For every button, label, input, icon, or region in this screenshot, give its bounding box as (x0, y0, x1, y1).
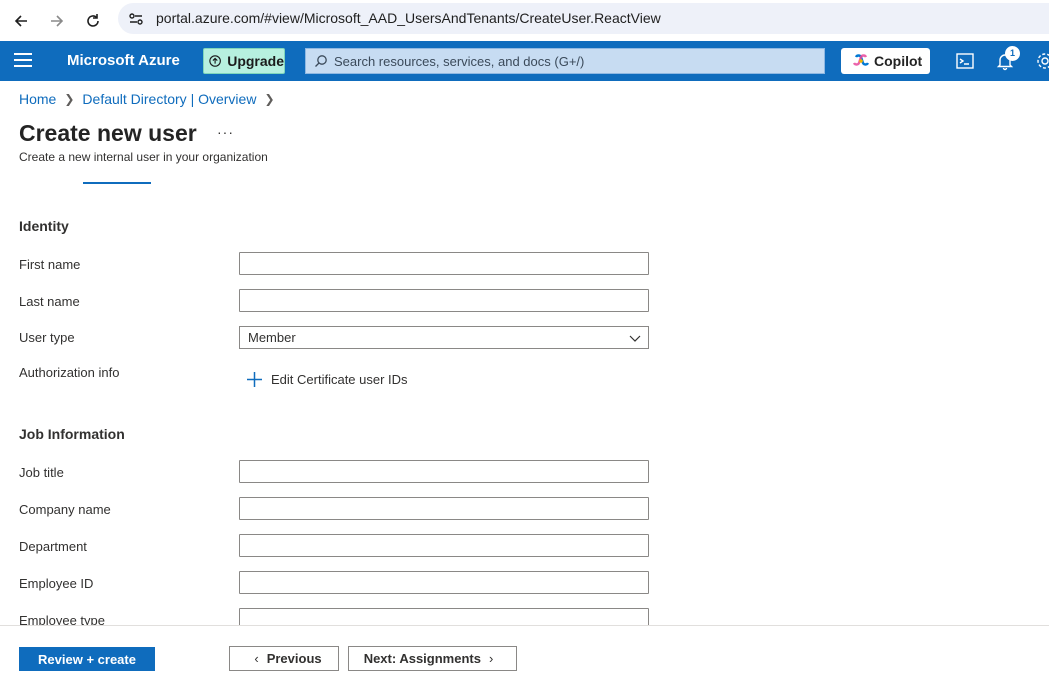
browser-toolbar: portal.azure.com/#view/Microsoft_AAD_Use… (0, 0, 1049, 41)
edit-certificate-label: Edit Certificate user IDs (271, 372, 408, 387)
plus-icon (247, 372, 262, 387)
chevron-left-icon: ‹ (254, 651, 259, 666)
job-title-label: Job title (19, 465, 64, 480)
upgrade-button[interactable]: Upgrade (203, 48, 285, 74)
reload-icon (87, 14, 99, 27)
last-name-label: Last name (19, 294, 80, 309)
menu-icon[interactable] (14, 53, 32, 69)
back-button[interactable] (8, 8, 34, 34)
copilot-button[interactable]: Copilot (841, 48, 930, 74)
wizard-footer: Review + create ‹ Previous Next: Assignm… (0, 625, 1049, 681)
breadcrumb-home[interactable]: Home (19, 91, 56, 107)
user-type-value: Member (248, 330, 296, 345)
upgrade-arrow-icon (209, 55, 221, 67)
copilot-label: Copilot (874, 53, 923, 69)
company-name-input[interactable] (239, 497, 649, 520)
page-subtitle: Create a new internal user in your organ… (19, 150, 268, 164)
first-name-label: First name (19, 257, 81, 272)
address-bar[interactable]: portal.azure.com/#view/Microsoft_AAD_Use… (118, 3, 1049, 34)
page-title: Create new user (19, 120, 197, 146)
arrow-right-icon (51, 15, 64, 27)
active-tab-indicator (83, 182, 151, 184)
forward-button[interactable] (44, 8, 70, 34)
breadcrumb-directory[interactable]: Default Directory | Overview (82, 91, 256, 107)
employee-id-input[interactable] (239, 571, 649, 594)
employee-id-label: Employee ID (19, 576, 94, 591)
review-create-button[interactable]: Review + create (19, 647, 155, 671)
brand-name[interactable]: Microsoft Azure (67, 52, 180, 69)
chevron-right-icon: ❯ (264, 92, 275, 106)
job-title-input[interactable] (239, 460, 649, 483)
identity-heading: Identity (19, 218, 69, 234)
first-name-input[interactable] (239, 252, 649, 275)
site-settings-icon (129, 13, 143, 25)
breadcrumb: Home ❯ Default Directory | Overview ❯ (19, 91, 283, 107)
reload-button[interactable] (80, 8, 106, 34)
chevron-down-icon (629, 335, 641, 342)
next-label: Next: Assignments (363, 651, 481, 666)
upgrade-label: Upgrade (227, 53, 284, 69)
next-assignments-button[interactable]: Next: Assignments › (348, 646, 517, 671)
previous-label: Previous (266, 651, 322, 666)
chevron-right-icon: › (488, 651, 494, 666)
edit-certificate-button[interactable]: Edit Certificate user IDs (246, 371, 408, 388)
copilot-icon (853, 54, 869, 66)
department-label: Department (19, 539, 87, 554)
search-icon (315, 55, 327, 67)
global-search[interactable] (305, 48, 825, 74)
url-text: portal.azure.com/#view/Microsoft_AAD_Use… (156, 10, 661, 26)
arrow-left-icon (14, 15, 27, 27)
more-options-button[interactable]: ··· (217, 124, 234, 140)
job-info-heading: Job Information (19, 426, 125, 442)
user-type-label: User type (19, 330, 75, 345)
azure-top-bar: Microsoft Azure Upgrade Copilot 1 (0, 41, 1049, 81)
gear-icon[interactable] (1035, 51, 1049, 71)
department-input[interactable] (239, 534, 649, 557)
chevron-right-icon: ❯ (64, 92, 75, 106)
search-input[interactable] (334, 53, 814, 69)
user-type-select[interactable]: Member (239, 326, 649, 349)
company-name-label: Company name (19, 502, 111, 517)
cloud-shell-icon[interactable] (955, 51, 975, 71)
notification-badge: 1 (1005, 46, 1020, 61)
previous-button[interactable]: ‹ Previous (229, 646, 339, 671)
authorization-label: Authorization info (19, 365, 120, 380)
last-name-input[interactable] (239, 289, 649, 312)
